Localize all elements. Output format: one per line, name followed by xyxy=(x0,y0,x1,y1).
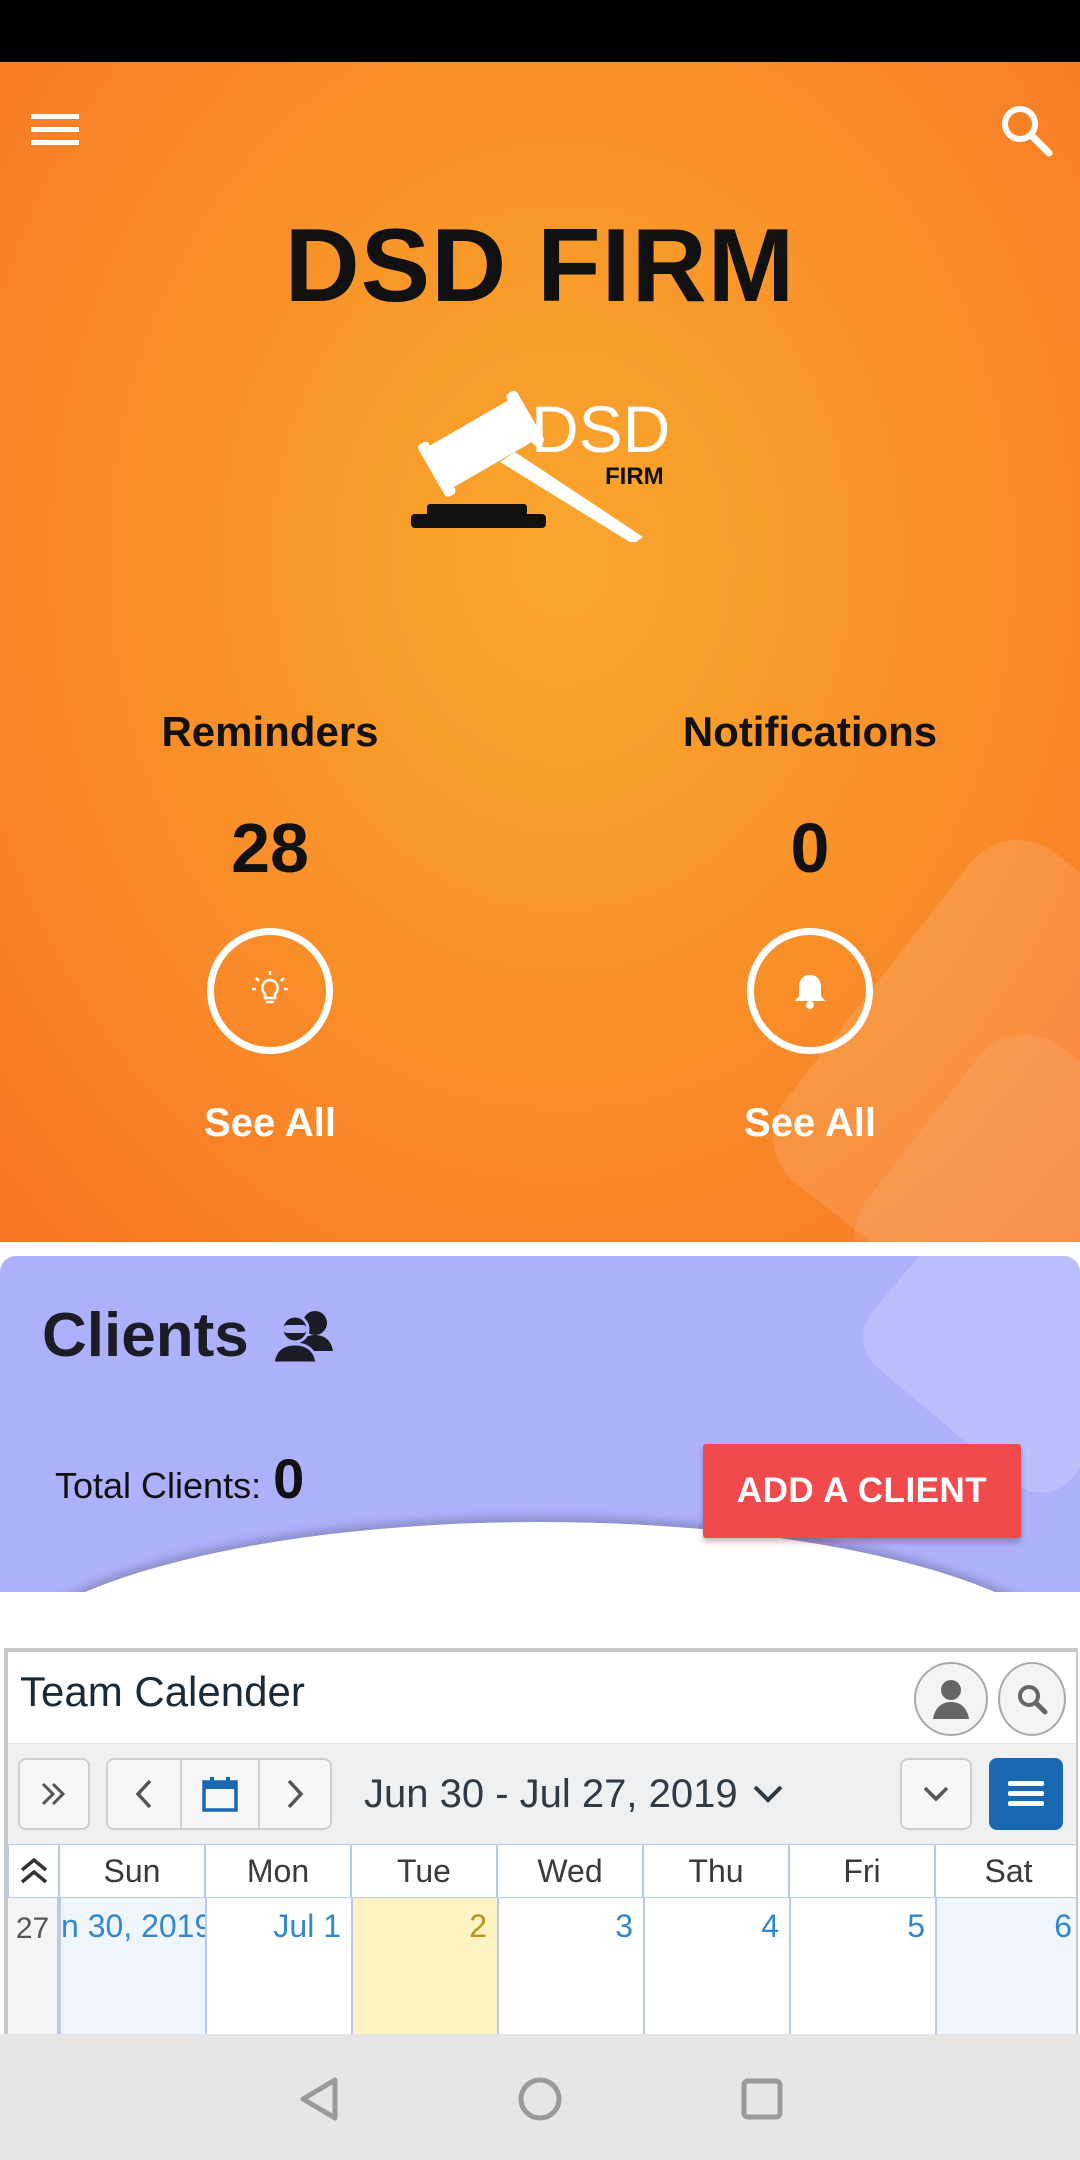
logo-subtext: FIRM xyxy=(605,463,664,490)
total-clients-label: Total Clients: xyxy=(55,1465,262,1506)
previous-period-button[interactable] xyxy=(106,1758,182,1830)
day-header-sun: Sun xyxy=(59,1844,205,1898)
clients-card: Clients Total Clients: 0 ADD A CLIENT xyxy=(0,1256,1080,1592)
reminders-see-all-link[interactable]: See All xyxy=(70,1098,470,1148)
reminders-button[interactable] xyxy=(207,928,333,1054)
notifications-count: 0 xyxy=(790,809,830,887)
recents-button[interactable] xyxy=(737,2074,787,2124)
calendar-header: Team Calender xyxy=(8,1652,1076,1744)
day-date: 4 xyxy=(761,1908,779,1944)
chevron-down-icon xyxy=(753,1785,783,1803)
total-clients: Total Clients: 0 xyxy=(55,1446,304,1511)
calendar-search-button[interactable] xyxy=(998,1662,1066,1736)
team-calendar: Team Calender Jun 30 - Jul 27, 2019 27 S… xyxy=(4,1648,1078,2034)
date-range-selector[interactable]: Jun 30 - Jul 27, 2019 xyxy=(364,1766,784,1822)
home-circle-icon xyxy=(518,2077,562,2121)
hamburger-menu-icon xyxy=(1008,1781,1044,1806)
back-button[interactable] xyxy=(294,2074,344,2124)
notifications-button[interactable] xyxy=(747,928,873,1054)
firm-logo: DSD FIRM xyxy=(405,372,695,544)
hamburger-menu-icon xyxy=(31,114,79,145)
day-date: 5 xyxy=(907,1908,925,1944)
day-header-thu: Thu xyxy=(643,1844,789,1898)
notifications-label: Notifications xyxy=(682,708,938,755)
day-cell-thu[interactable]: 4 xyxy=(643,1898,789,2034)
add-client-button[interactable]: ADD A CLIENT xyxy=(703,1444,1021,1538)
view-dropdown-button[interactable] xyxy=(900,1758,972,1830)
home-button[interactable] xyxy=(515,2074,565,2124)
day-date: 2 xyxy=(469,1908,487,1944)
system-navigation-bar xyxy=(0,2034,1080,2160)
status-bar xyxy=(0,0,1080,62)
chevron-down-icon xyxy=(923,1786,949,1802)
day-header-mon: Mon xyxy=(205,1844,351,1898)
day-cell-wed[interactable]: 3 xyxy=(497,1898,643,2034)
menu-button[interactable] xyxy=(28,102,84,158)
day-date: 6 xyxy=(1054,1908,1072,1944)
day-header-wed: Wed xyxy=(497,1844,643,1898)
day-header-sat: Sat xyxy=(935,1844,1076,1898)
notifications-see-all-link[interactable]: See All xyxy=(610,1098,1010,1148)
search-button[interactable] xyxy=(994,98,1058,162)
expand-button[interactable] xyxy=(18,1758,90,1830)
week-number: 27 xyxy=(8,1898,59,2034)
next-period-button[interactable] xyxy=(258,1758,332,1830)
day-date: Jul 1 xyxy=(273,1908,341,1944)
total-clients-count: 0 xyxy=(273,1447,305,1510)
calendar-toolbar: Jun 30 - Jul 27, 2019 xyxy=(8,1744,1076,1844)
day-cell-fri[interactable]: 5 xyxy=(789,1898,935,2034)
day-cell-tue-today[interactable]: 2 xyxy=(351,1898,497,2034)
user-icon xyxy=(933,1680,969,1719)
chevron-left-icon xyxy=(135,1779,152,1809)
calendar-icon xyxy=(202,1777,238,1812)
day-header-fri: Fri xyxy=(789,1844,935,1898)
day-date: n 30, 2019 xyxy=(61,1908,205,1944)
reminders-label: Reminders xyxy=(161,708,379,755)
clients-title: Clients xyxy=(42,1301,249,1370)
logo-text: DSD xyxy=(531,392,670,466)
day-cell-mon[interactable]: Jul 1 xyxy=(205,1898,351,2034)
search-icon xyxy=(1018,1685,1048,1715)
chevron-right-icon xyxy=(287,1779,304,1809)
bell-icon xyxy=(795,975,825,1009)
today-button[interactable] xyxy=(180,1758,260,1830)
calendar-title: Team Calender xyxy=(20,1668,305,1715)
calendar-menu-button[interactable] xyxy=(989,1758,1063,1830)
calendar-user-button[interactable] xyxy=(914,1662,988,1736)
day-cell-sun[interactable]: n 30, 2019 xyxy=(59,1898,205,2034)
date-range-label: Jun 30 - Jul 27, 2019 xyxy=(364,1771,738,1816)
lightbulb-icon xyxy=(252,971,288,1004)
collapse-button[interactable] xyxy=(8,1844,59,1898)
reminders-panel: Reminders 28 See All xyxy=(70,702,470,1148)
calendar-grid: 27 Sun Mon Tue Wed Thu Fri Sat n 30, 201… xyxy=(8,1844,1076,2034)
double-chevron-right-icon xyxy=(41,1782,66,1806)
users-icon xyxy=(270,1310,333,1364)
reminders-count: 28 xyxy=(231,809,309,887)
double-chevron-up-icon xyxy=(20,1857,47,1884)
back-triangle-icon xyxy=(300,2077,338,2121)
search-icon xyxy=(1002,106,1053,157)
dashboard-hero: DSD FIRM DSD FIRM Reminders 28 See All N… xyxy=(0,62,1080,1242)
day-cell-sat[interactable]: 6 xyxy=(935,1898,1076,2034)
app-title: DSD FIRM xyxy=(284,208,796,324)
clients-heading: Clients xyxy=(42,1300,339,1371)
notifications-panel: Notifications 0 See All xyxy=(610,702,1010,1148)
day-date: 3 xyxy=(615,1908,633,1944)
recents-square-icon xyxy=(741,2078,783,2120)
day-header-tue: Tue xyxy=(351,1844,497,1898)
